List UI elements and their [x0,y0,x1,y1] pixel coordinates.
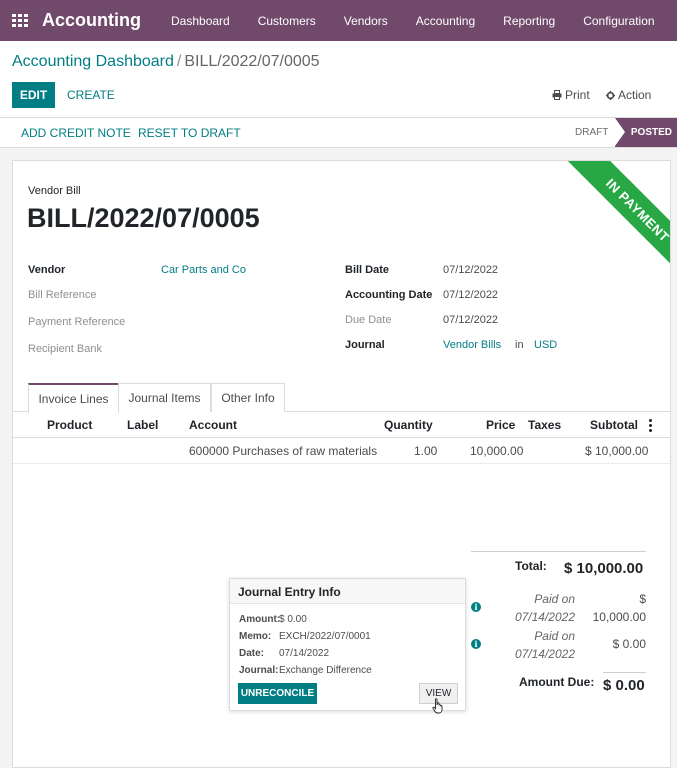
payment-1-date: 07/14/2022 [514,610,575,624]
payment-1-label: Paid on 07/14/2022 [503,590,575,626]
payment-1-currency: $ [639,592,646,606]
menu-dashboard[interactable]: Dashboard [157,14,244,28]
journal-label: Journal [345,339,385,351]
amount-due-value: $ 0.00 [603,677,645,694]
popover-amount-value: $ 0.00 [279,614,307,625]
breadcrumb: Accounting Dashboard / BILL/2022/07/0005 [12,53,320,71]
tab-invoice-lines[interactable]: Invoice Lines [28,383,119,413]
currency-field[interactable]: USD [534,339,557,351]
table-row-divider [13,463,670,464]
create-button[interactable]: CREATE [67,88,115,102]
row-account[interactable]: 600000 Purchases of raw materials [189,444,377,458]
due-date-label: Due Date [345,314,392,326]
menu-vendors[interactable]: Vendors [330,14,402,28]
journal-label: Journal: [239,665,279,676]
status-bar: ADD CREDIT NOTE RESET TO DRAFT DRAFT POS… [0,118,677,148]
bill-date-label: Bill Date [345,264,390,276]
tab-journal-items[interactable]: Journal Items [118,383,211,412]
column-subtotal[interactable]: Subtotal [590,418,638,432]
payment-info-icon[interactable]: i [471,639,481,649]
menu-customers[interactable]: Customers [244,14,330,28]
action-label: Action [618,88,652,102]
column-product[interactable]: Product [47,418,92,432]
row-subtotal: $ 10,000.00 [585,444,649,458]
popover-memo-value: EXCH/2022/07/0001 [279,631,371,642]
payment-1-label-line1: Paid on [534,592,575,606]
in-payment-ribbon: IN PAYMENT [560,161,670,288]
menu-reporting[interactable]: Reporting [489,14,569,28]
vendor-field[interactable]: Car Parts and Co [161,264,246,276]
popover-journal-value: Exchange Difference [279,665,372,676]
popover-amount-label: Amount: [239,614,280,625]
document-type: Vendor Bill [28,185,81,197]
popover-title: Journal Entry Info [230,579,465,604]
due-date-field[interactable]: 07/12/2022 [443,314,498,326]
column-label[interactable]: Label [127,418,158,432]
stage-posted[interactable]: POSTED [615,118,677,147]
tab-other-info[interactable]: Other Info [211,383,285,412]
gear-icon [606,90,615,100]
payment-2-date: 07/14/2022 [514,647,575,661]
payment-2-amount: $ 0.00 [612,637,646,651]
popover-memo-label: Memo: [239,631,271,642]
journal-entry-popover: Journal Entry Info Amount: $ 0.00 Memo: … [229,578,466,714]
row-quantity[interactable]: 1.00 [414,444,437,458]
totals-divider [471,551,646,552]
journal-in-text: in [515,339,524,351]
popover-date-label: Date: [239,648,264,659]
popover-date-value: 07/14/2022 [279,648,330,659]
vendor-label: Vendor [28,264,66,276]
journal-field[interactable]: Vendor Bills [443,339,501,351]
edit-button[interactable]: EDIT [12,82,55,108]
accounting-date-label: Accounting Date [345,289,433,301]
control-panel: Accounting Dashboard / BILL/2022/07/0005 E… [0,41,677,118]
breadcrumb-parent[interactable]: Accounting Dashboard [12,53,174,70]
table-header-divider [13,437,670,438]
bill-reference-label: Bill Reference [28,289,97,301]
column-quantity[interactable]: Quantity [384,418,433,432]
stage-draft[interactable]: DRAFT [575,127,608,138]
app-brand[interactable]: Accounting [42,10,141,31]
top-navbar: Accounting Dashboard Customers Vendors A… [0,0,677,41]
payment-2-label: Paid on 07/14/2022 [503,627,575,663]
optional-columns-icon[interactable] [649,419,653,432]
menu-configuration[interactable]: Configuration [569,14,668,28]
print-menu[interactable]: Print [552,88,590,102]
document-name: BILL/2022/07/0005 [27,203,260,233]
menu-accounting[interactable]: Accounting [402,14,489,28]
column-price[interactable]: Price [486,418,515,432]
memo-label: Memo: [239,631,272,642]
total-value: $ 10,000.00 [564,560,644,577]
total-label: Total: [515,559,547,573]
payment-reference-label: Payment Reference [28,316,126,328]
amount-label: Amount: [239,614,281,625]
add-credit-note-button[interactable]: ADD CREDIT NOTE [21,126,131,140]
hand-cursor-icon [432,698,443,714]
column-account[interactable]: Account [189,418,237,432]
popover-journal-label: Journal: [239,665,278,676]
notebook-tabs: Invoice Lines Journal Items Other Info [13,383,670,413]
bill-date-field[interactable]: 07/12/2022 [443,264,498,276]
form-sheet: IN PAYMENT Vendor Bill BILL/2022/07/0005… [12,160,671,768]
breadcrumb-current: BILL/2022/07/0005 [184,53,320,70]
apps-menu-icon[interactable] [12,14,28,27]
amount-due-divider [603,672,646,673]
payment-1-value: 10,000.00 [592,610,646,624]
payment-info-icon[interactable]: i [471,602,481,612]
action-menu[interactable]: Action [606,88,651,102]
column-taxes[interactable]: Taxes [528,418,561,432]
breadcrumb-separator: / [176,53,182,70]
print-label: Print [565,88,590,102]
payment-1-amount: $10,000.00 [583,590,646,626]
unreconcile-button[interactable]: UNRECONCILE [238,683,317,704]
amount-due-label: Amount Due: [519,675,595,689]
reset-to-draft-button[interactable]: RESET TO DRAFT [138,126,241,140]
accounting-date-field[interactable]: 07/12/2022 [443,289,498,301]
date-label: Date: [239,648,265,659]
print-icon [552,90,562,100]
payment-2-label-line1: Paid on [534,629,575,643]
blank-area [560,299,656,369]
recipient-bank-label: Recipient Bank [28,343,102,355]
row-price[interactable]: 10,000.00 [470,444,523,458]
